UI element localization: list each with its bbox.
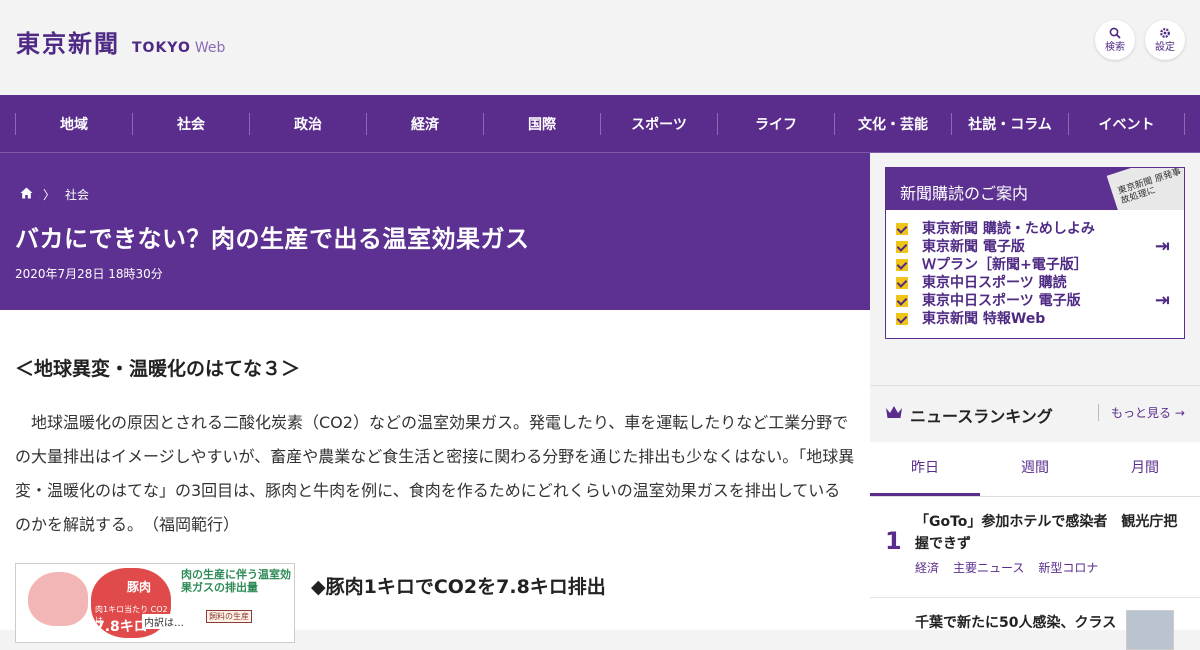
ranking-thumbnail[interactable] bbox=[1126, 610, 1174, 650]
subscription-item[interactable]: 東京中日スポーツ 購読 bbox=[896, 274, 1184, 292]
nav-item-politics[interactable]: 政治 bbox=[249, 113, 366, 135]
subscription-item[interactable]: 東京新聞 購読・ためしよみ bbox=[896, 220, 1184, 238]
search-label: 検索 bbox=[1105, 41, 1125, 53]
home-icon[interactable] bbox=[20, 187, 33, 202]
pork-label: 豚肉 bbox=[127, 580, 152, 594]
ranking-list: 1 「GoTo」参加ホテルで感染者 観光庁把握できず 経済 主要ニュース 新型コ… bbox=[870, 497, 1200, 650]
article-figure[interactable]: 豚肉 肉1キロ当たり CO2は 7.8キロ 肉の生産に伴う温室効果ガスの排出量 … bbox=[15, 563, 295, 643]
nav-item-culture[interactable]: 文化・芸能 bbox=[834, 113, 951, 135]
nav-item-international[interactable]: 国際 bbox=[483, 113, 600, 135]
subscription-item[interactable]: 東京新聞 電子版 ⇥ bbox=[896, 238, 1184, 256]
settings-label: 設定 bbox=[1155, 41, 1175, 53]
nav-item-society[interactable]: 社会 bbox=[132, 113, 249, 135]
nav-item-region[interactable]: 地域 bbox=[15, 113, 132, 135]
logo-japanese: 東京新聞 bbox=[16, 29, 120, 58]
figure-title: 肉の生産に伴う温室効果ガスの排出量 bbox=[181, 568, 291, 594]
article-date: 2020年7月28日 18時30分 bbox=[15, 267, 163, 281]
tab-yesterday[interactable]: 昨日 bbox=[870, 442, 980, 496]
figure-breakdown: 内訳は… bbox=[142, 614, 186, 629]
nav-item-editorial[interactable]: 社説・コラム bbox=[951, 113, 1068, 135]
sign-in-icon[interactable]: ⇥ bbox=[1155, 238, 1170, 256]
nav-item-sports[interactable]: スポーツ bbox=[600, 113, 717, 135]
subscription-item[interactable]: Ｗプラン［新聞+電子版］ bbox=[896, 256, 1184, 274]
ranking-number: 1 bbox=[885, 527, 902, 555]
logo-english: TOKYO bbox=[132, 40, 191, 56]
check-icon bbox=[896, 313, 908, 325]
subscription-header: 新聞購読のご案内 東京新聞 原発事故処理に bbox=[886, 168, 1184, 210]
figure-feed-label: 飼料の生産 bbox=[206, 610, 252, 623]
site-logo[interactable]: 東京新聞 TOKYO Web bbox=[16, 24, 225, 59]
pork-value: 7.8キロ bbox=[95, 619, 148, 635]
gear-icon bbox=[1159, 27, 1171, 42]
tab-weekly[interactable]: 週間 bbox=[980, 442, 1090, 496]
check-icon bbox=[896, 277, 908, 289]
tag-link[interactable]: 経済 bbox=[915, 559, 939, 576]
more-link[interactable]: もっと見る → bbox=[1098, 404, 1185, 421]
check-icon bbox=[896, 223, 908, 235]
article-title-band: 〉 社会 バカにできない？肉の生産で出る温室効果ガス 2020年7月28日 18… bbox=[0, 153, 870, 310]
sidebar: 新聞購読のご案内 東京新聞 原発事故処理に 東京新聞 購読・ためしよみ 東京新聞… bbox=[870, 153, 1200, 650]
crown-icon bbox=[885, 404, 903, 423]
ranking-headline[interactable]: 「GoTo」参加ホテルで感染者 観光庁把握できず bbox=[915, 511, 1185, 555]
article-lead: 地球温暖化の原因とされる二酸化炭素（CO2）などの温室効果ガス。発電したり、車を… bbox=[15, 413, 855, 534]
article-title: バカにできない？肉の生産で出る温室効果ガス bbox=[15, 225, 530, 253]
ranking-header: ニュースランキング もっと見る → bbox=[870, 385, 1200, 437]
search-button[interactable]: 検索 bbox=[1095, 20, 1135, 60]
subscription-item[interactable]: 東京中日スポーツ 電子版 ⇥ bbox=[896, 292, 1184, 310]
site-header: 東京新聞 TOKYO Web 検索 設定 bbox=[0, 0, 1200, 95]
nav-item-economy[interactable]: 経済 bbox=[366, 113, 483, 135]
main-nav: 地域 社会 政治 経済 国際 スポーツ ライフ 文化・芸能 社説・コラム イベン… bbox=[0, 95, 1200, 153]
subscription-item[interactable]: 東京新聞 特報Web bbox=[896, 310, 1184, 328]
ranking-tags: 経済 主要ニュース 新型コロナ bbox=[915, 559, 1098, 576]
newspaper-image: 東京新聞 原発事故処理に bbox=[1106, 168, 1184, 210]
breadcrumb: 〉 社会 bbox=[20, 186, 89, 203]
arrow-right-icon: → bbox=[1174, 406, 1185, 420]
subscription-list: 東京新聞 購読・ためしよみ 東京新聞 電子版 ⇥ Ｗプラン［新聞+電子版］ 東京中… bbox=[886, 210, 1184, 328]
tag-link[interactable]: 新型コロナ bbox=[1038, 559, 1098, 576]
search-icon bbox=[1109, 27, 1121, 42]
nav-item-life[interactable]: ライフ bbox=[717, 113, 834, 135]
pig-illustration bbox=[28, 572, 88, 626]
article-body: ＜地球異変・温暖化のはてな３＞ 地球温暖化の原因とされる二酸化炭素（CO2）など… bbox=[0, 310, 870, 643]
subscription-title: 新聞購読のご案内 bbox=[900, 184, 1029, 203]
ranking-title: ニュースランキング bbox=[910, 407, 1053, 426]
ranking-item: 千葉で新たに50人感染、クラス bbox=[870, 597, 1200, 650]
sign-in-icon[interactable]: ⇥ bbox=[1155, 292, 1170, 310]
settings-button[interactable]: 設定 bbox=[1145, 20, 1185, 60]
chevron-right-icon: 〉 bbox=[43, 188, 56, 202]
logo-web: Web bbox=[194, 40, 226, 56]
check-icon bbox=[896, 241, 908, 253]
check-icon bbox=[896, 295, 908, 307]
ranking-tabs: 昨日 週間 月間 bbox=[870, 442, 1200, 497]
article-subhead: ◆豚肉1キロでCO2を7.8キロ排出 bbox=[311, 576, 606, 598]
check-icon bbox=[896, 259, 908, 271]
series-title: ＜地球異変・温暖化のはてな３＞ bbox=[15, 358, 301, 380]
breadcrumb-section[interactable]: 社会 bbox=[65, 186, 89, 203]
subscription-box: 新聞購読のご案内 東京新聞 原発事故処理に 東京新聞 購読・ためしよみ 東京新聞… bbox=[885, 167, 1185, 339]
nav-item-events[interactable]: イベント bbox=[1068, 113, 1185, 135]
tag-link[interactable]: 主要ニュース bbox=[953, 559, 1024, 576]
tab-monthly[interactable]: 月間 bbox=[1090, 442, 1200, 496]
